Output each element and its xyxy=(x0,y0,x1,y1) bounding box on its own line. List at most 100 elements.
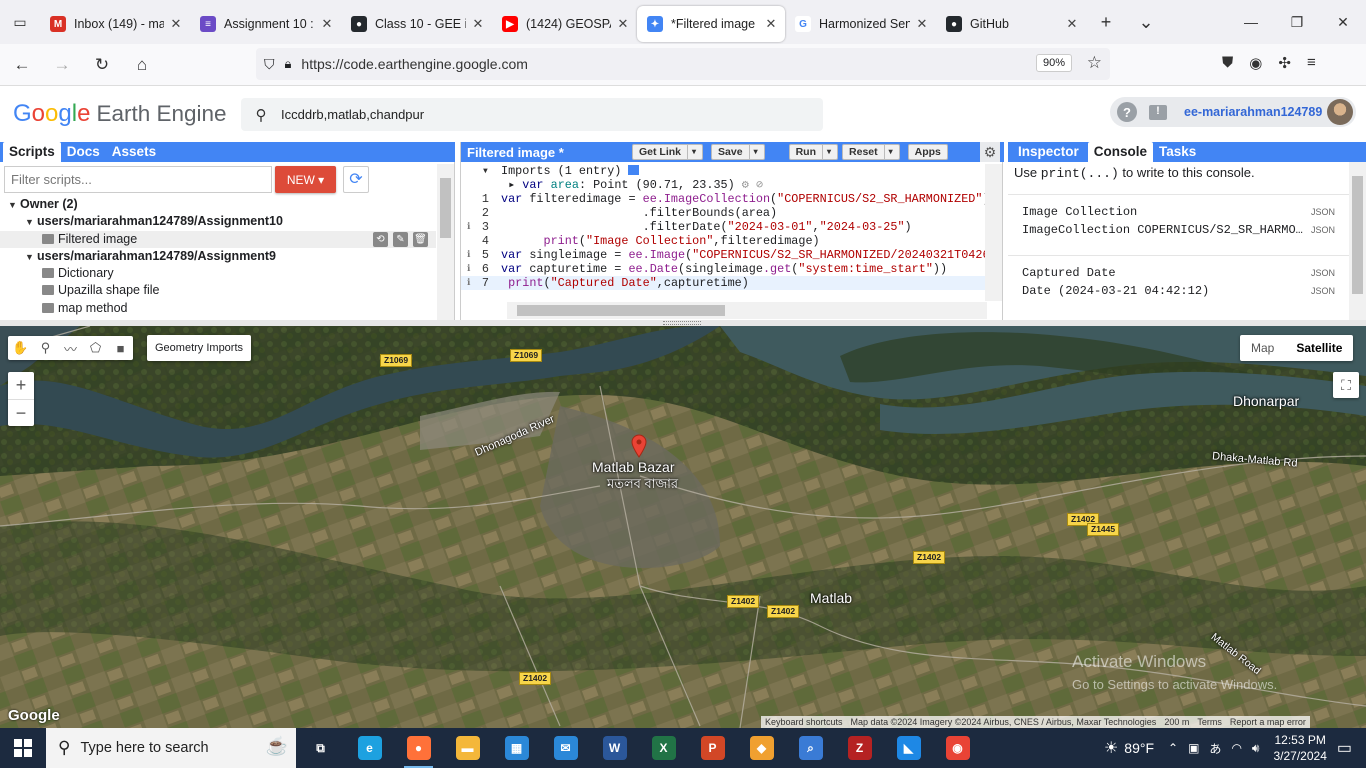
restore-button[interactable]: ❐ xyxy=(1274,14,1320,31)
rectangle-tool-icon[interactable]: ■ xyxy=(108,341,133,356)
meet-icon[interactable]: ▣ xyxy=(1188,741,1199,755)
zoom-out-button[interactable]: − xyxy=(8,399,34,426)
pocket-icon[interactable]: ⛊ xyxy=(1222,54,1233,72)
new-script-button[interactable]: NEW ▾ xyxy=(275,166,336,193)
close-icon[interactable]: ✕ xyxy=(615,16,631,32)
gear-icon[interactable]: ⚙ xyxy=(980,142,1000,162)
close-window-button[interactable]: ✕ xyxy=(1320,14,1366,31)
menu-hamburger-icon[interactable]: ≡ xyxy=(1307,54,1316,72)
script-file-item[interactable]: Upazilla shape file xyxy=(0,282,436,299)
imports-toggle-icon[interactable] xyxy=(628,165,640,175)
filter-scripts-input[interactable]: Filter scripts... xyxy=(4,166,272,193)
account-icon[interactable]: ◉ xyxy=(1249,54,1262,72)
close-icon[interactable]: ✕ xyxy=(319,16,335,32)
tab-docs[interactable]: Docs xyxy=(61,142,106,162)
address-bar[interactable]: ⛉ 🔒︎ https://code.earthengine.google.com… xyxy=(256,48,1110,80)
get-link-button[interactable]: Get Link ▾ xyxy=(632,144,704,160)
back-arrow-icon[interactable]: ← xyxy=(4,49,40,81)
browser-tab[interactable]: G Harmonized Senti ✕ xyxy=(785,6,936,42)
tree-folder-item[interactable]: ▼ users/mariarahman124789/Assignment10 xyxy=(0,213,436,230)
search-input[interactable]: Iccddrb,matlab,chandpur xyxy=(281,107,424,122)
script-file-item[interactable]: map method xyxy=(0,300,436,316)
ime-icon[interactable]: あ xyxy=(1209,740,1221,757)
console-entry-value[interactable]: Date (2024-03-21 04:42:12) xyxy=(1022,282,1209,300)
line-tool-icon[interactable]: 〰 xyxy=(58,339,83,358)
lock-icon[interactable]: 🔒︎ xyxy=(285,56,292,72)
close-icon[interactable]: ✕ xyxy=(763,16,779,32)
chrome-icon[interactable]: ◉ xyxy=(933,728,982,768)
reset-button[interactable]: Reset ▾ xyxy=(842,144,900,160)
imports-header-line[interactable]: ▾ Imports (1 entry) xyxy=(461,164,988,178)
task-view-icon[interactable]: ⧉ xyxy=(296,728,345,768)
delete-icon[interactable]: 🗑︎ xyxy=(413,231,428,247)
tab-inspector[interactable]: Inspector xyxy=(1012,142,1085,162)
console-entry[interactable]: Captured DateJSON▸Date (2024-03-21 04:42… xyxy=(1008,255,1349,306)
json-link[interactable]: JSON xyxy=(1306,203,1335,221)
avatar[interactable] xyxy=(1327,99,1353,125)
url-text[interactable]: https://code.earthengine.google.com xyxy=(301,56,528,72)
info-icon[interactable]: ℹ xyxy=(467,220,476,234)
browser-tab[interactable]: ● GitHub ✕ xyxy=(936,6,1086,42)
browser-tab[interactable]: ✦ *Filtered image - ✕ xyxy=(637,6,785,42)
code-line[interactable]: ℹ 3 .filterDate("2024-03-01","2024-03-25… xyxy=(461,220,988,234)
minimize-button[interactable]: — xyxy=(1228,14,1274,30)
places-search-box[interactable]: ⚲ Iccddrb,matlab,chandpur xyxy=(241,98,823,131)
list-all-tabs-icon[interactable]: ▭ xyxy=(0,0,40,44)
fullscreen-icon[interactable]: ⛶ xyxy=(1333,372,1359,398)
run-button[interactable]: Run ▾ xyxy=(788,144,839,160)
rename-icon[interactable]: ✎ xyxy=(393,231,408,247)
zoom-level-badge[interactable]: 90% xyxy=(1035,54,1072,72)
firefox-icon[interactable]: ● xyxy=(394,728,443,768)
user-chip[interactable]: ? ! ee-mariarahman124789 xyxy=(1110,97,1356,127)
map-pin-icon[interactable] xyxy=(631,434,647,458)
json-link[interactable]: JSON xyxy=(1306,264,1335,282)
mail-icon[interactable]: ✉ xyxy=(541,728,590,768)
refresh-icon[interactable]: ⟳ xyxy=(343,166,369,193)
script-title[interactable]: Filtered image * xyxy=(467,145,632,160)
extensions-icon[interactable]: ✣ xyxy=(1278,54,1291,72)
bookmark-star-icon[interactable]: ☆ xyxy=(1087,53,1102,73)
tab-tasks[interactable]: Tasks xyxy=(1153,142,1202,162)
earth-engine-logo[interactable]: Google Earth Engine xyxy=(13,100,227,128)
windows-start-icon[interactable] xyxy=(0,728,46,768)
taskbar-search-box[interactable]: ⚲ Type here to search ☕ xyxy=(46,728,296,768)
clock[interactable]: 12:53 PM 3/27/2024 xyxy=(1273,732,1326,764)
close-icon[interactable]: ✕ xyxy=(470,16,486,32)
caret-down-icon[interactable]: ▼ xyxy=(8,197,20,214)
info-icon[interactable]: ℹ xyxy=(467,276,476,290)
wifi-icon[interactable]: ◠ xyxy=(1231,741,1241,755)
help-icon[interactable]: ? xyxy=(1117,102,1137,122)
vscode-icon[interactable]: ◣ xyxy=(884,728,933,768)
tab-scripts[interactable]: Scripts xyxy=(3,142,61,162)
console-entry-value[interactable]: ImageCollection COPERNICUS/S2_SR_HARMONI… xyxy=(1022,221,1304,239)
console-entry[interactable]: Image CollectionJSON▸ImageCollection COP… xyxy=(1008,194,1349,245)
apps-button[interactable]: Apps xyxy=(907,144,948,160)
polygon-tool-icon[interactable]: ⬠ xyxy=(83,340,108,356)
code-area[interactable]: ▾ Imports (1 entry) ▸ var area: Point (90… xyxy=(461,164,988,301)
map-type-map-button[interactable]: Map xyxy=(1240,335,1285,361)
import-area-line[interactable]: ▸ var area: Point (90.71, 23.35) ⚙ ⊘ xyxy=(461,178,988,192)
store-icon[interactable]: ▦ xyxy=(492,728,541,768)
script-file-item[interactable]: Dictionary xyxy=(0,265,436,282)
code-line[interactable]: ℹ 6 var capturetime = ee.Date(singleimage… xyxy=(461,262,988,276)
tab-assets[interactable]: Assets xyxy=(106,142,162,162)
map-type-satellite-button[interactable]: Satellite xyxy=(1285,335,1353,361)
info-icon[interactable]: ℹ xyxy=(467,248,476,262)
browser-tab[interactable]: ● Class 10 - GEE ima ✕ xyxy=(341,6,492,42)
save-button[interactable]: Save ▾ xyxy=(711,144,765,160)
info-icon[interactable]: ℹ xyxy=(467,262,476,276)
home-icon[interactable]: ⌂ xyxy=(124,49,160,81)
caret-down-icon[interactable]: ▼ xyxy=(25,214,37,231)
code-line[interactable]: 4 print("Image Collection",filteredimage… xyxy=(461,234,988,248)
tab-overflow-chevron-icon[interactable]: ⌄ xyxy=(1126,12,1166,33)
import-delete-icon[interactable]: ⊘ xyxy=(756,178,763,192)
tree-folder-item[interactable]: ▼ users/mariarahman124789/Assignment9 xyxy=(0,248,436,265)
browser-tab[interactable]: ≡ Assignment 10 : G ✕ xyxy=(190,6,341,42)
close-icon[interactable]: ✕ xyxy=(1064,16,1080,32)
notifications-icon[interactable]: ▭ xyxy=(1337,738,1352,758)
tree-folder-item[interactable]: ▼ Owner (2) xyxy=(0,196,436,213)
import-settings-icon[interactable]: ⚙ xyxy=(742,178,749,192)
new-tab-button[interactable]: + xyxy=(1086,12,1126,33)
close-icon[interactable]: ✕ xyxy=(168,16,184,32)
history-icon[interactable]: ⟲ xyxy=(373,231,388,247)
